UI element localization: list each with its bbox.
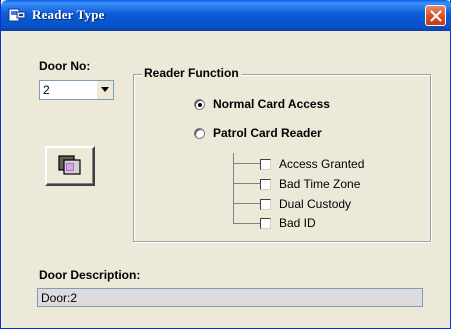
door-no-value: 2 <box>43 83 50 97</box>
reader-function-title: Reader Function <box>142 66 241 80</box>
tree-connector-horizontal <box>233 203 260 204</box>
dual-custody-checkbox[interactable] <box>260 198 271 210</box>
door-description-field[interactable]: Door:2 <box>37 288 423 307</box>
close-button[interactable] <box>425 5 446 26</box>
patrol-card-reader-option[interactable]: Patrol Card Reader <box>194 126 322 140</box>
bad-id-checkbox[interactable] <box>260 217 271 229</box>
tree-connector-horizontal <box>233 183 260 184</box>
access-granted-option[interactable]: Access Granted <box>260 157 364 171</box>
chevron-down-icon <box>101 87 109 92</box>
bad-time-zone-label: Bad Time Zone <box>279 177 361 191</box>
bad-id-option[interactable]: Bad ID <box>260 216 316 230</box>
dual-custody-option[interactable]: Dual Custody <box>260 197 351 211</box>
access-granted-label: Access Granted <box>279 157 365 171</box>
patrol-card-reader-label: Patrol Card Reader <box>213 126 322 140</box>
card-reader-button[interactable] <box>45 146 95 186</box>
reader-type-dialog: Reader Type Door No: 2 Reader Function N… <box>0 0 451 329</box>
window-title: Reader Type <box>32 7 105 22</box>
door-description-value: Door:2 <box>41 291 78 305</box>
tree-connector-horizontal <box>233 223 260 224</box>
bad-time-zone-option[interactable]: Bad Time Zone <box>260 177 360 191</box>
access-granted-checkbox[interactable] <box>260 158 271 170</box>
door-no-label: Door No: <box>39 59 91 73</box>
radio-selected-dot <box>198 102 202 107</box>
dual-custody-label: Dual Custody <box>279 197 352 211</box>
patrol-card-reader-radio[interactable] <box>194 127 205 139</box>
card-reader-icon <box>8 8 26 22</box>
title-bar[interactable]: Reader Type <box>1 0 451 31</box>
bad-time-zone-checkbox[interactable] <box>260 178 271 190</box>
card-reader-icon <box>58 155 81 175</box>
normal-card-access-option[interactable]: Normal Card Access <box>194 97 330 111</box>
normal-card-access-radio[interactable] <box>194 98 205 110</box>
door-no-combobox[interactable]: 2 <box>39 80 114 100</box>
bad-id-label: Bad ID <box>279 216 316 230</box>
normal-card-access-label: Normal Card Access <box>213 97 330 111</box>
close-icon <box>430 10 442 22</box>
tree-connector-horizontal <box>233 163 260 164</box>
door-no-dropdown-button[interactable] <box>96 81 113 99</box>
door-description-label: Door Description: <box>39 268 141 282</box>
